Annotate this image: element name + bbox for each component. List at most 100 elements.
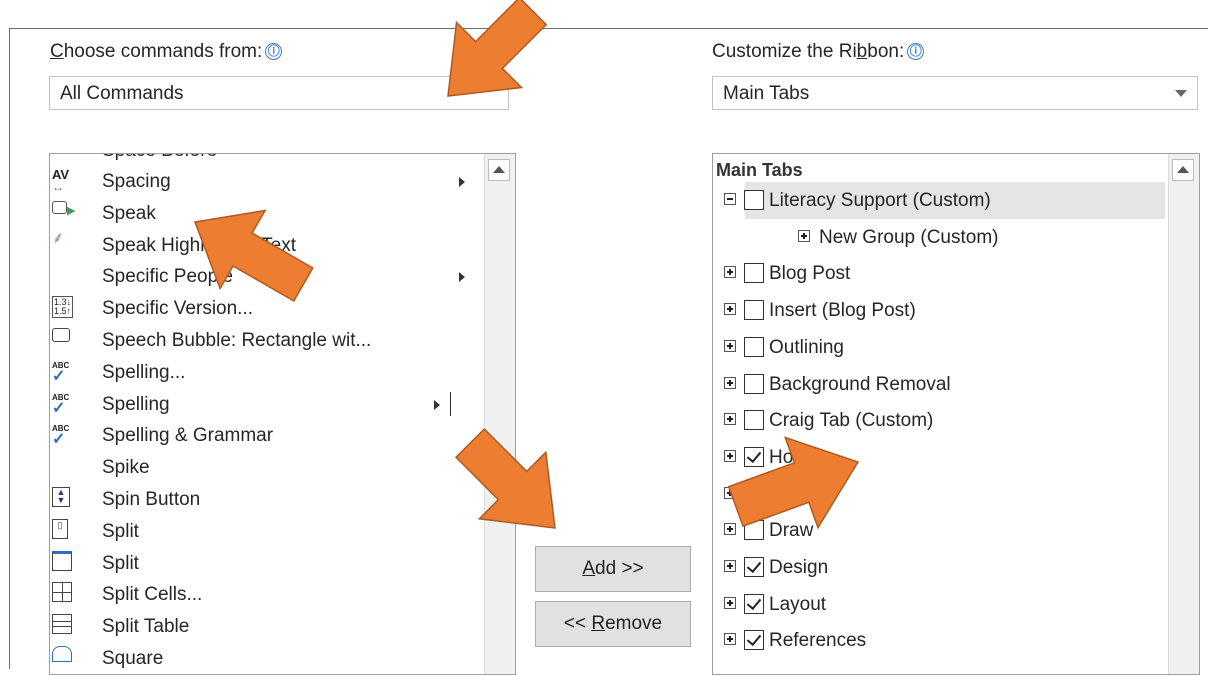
tab-checkbox[interactable]: [744, 593, 764, 614]
tree-item-label: Background Removal: [769, 373, 951, 395]
tree-item[interactable]: Literacy Support (Custom): [724, 182, 1165, 219]
command-icon: ⸙: [52, 229, 65, 247]
list-item[interactable]: Split Table: [50, 611, 470, 642]
customize-ribbon-combo[interactable]: Main Tabs: [712, 76, 1198, 110]
command-icon: ▯: [52, 518, 76, 544]
list-item-label: Split Cells...: [102, 584, 203, 606]
commands-scrollbar[interactable]: [484, 154, 515, 674]
remove-button[interactable]: << Remove: [535, 601, 691, 647]
info-icon[interactable]: ⓘ: [265, 43, 283, 60]
list-item-label: Spin Button: [102, 489, 201, 510]
tab-checkbox[interactable]: [744, 630, 764, 651]
command-icon: 1.3↓ 1.5↑: [52, 296, 74, 319]
list-item[interactable]: ABC ✓ Spelling...: [50, 357, 470, 388]
tree-item[interactable]: Layout: [724, 586, 1165, 623]
list-item[interactable]: ▶ Speak: [50, 198, 470, 229]
tree-item-label: Home: [769, 446, 820, 468]
list-item-label: Specific People: [102, 266, 233, 288]
commands-list[interactable]: Space Before AV↔ Spacing ▶ Speak ⸙ Speak High…: [49, 153, 516, 675]
list-item[interactable]: ▯ Split: [50, 516, 470, 547]
list-item-label: Split: [102, 552, 139, 574]
tree-item-label: Literacy Support (Custom): [769, 190, 991, 211]
list-item[interactable]: ⸙ Speak Highlighted Text: [50, 230, 470, 261]
expand-icon[interactable]: [724, 449, 736, 462]
collapse-icon[interactable]: [724, 193, 736, 205]
submenu-arrow-icon: [459, 272, 465, 283]
expand-icon[interactable]: [724, 339, 736, 352]
list-item[interactable]: ABC ✓ Spelling & Grammar: [50, 420, 470, 451]
tree-item[interactable]: Outlining: [724, 329, 1165, 366]
submenu-arrow-icon: [459, 177, 465, 187]
list-item[interactable]: Speech Bubble: Rectangle wit...: [50, 325, 470, 356]
expand-icon[interactable]: [724, 523, 736, 536]
list-item[interactable]: Spike: [50, 452, 470, 483]
tab-checkbox[interactable]: [744, 263, 764, 284]
list-item[interactable]: Split Cells...: [50, 579, 470, 610]
expand-icon[interactable]: [724, 633, 736, 646]
expand-icon[interactable]: [724, 303, 736, 316]
tree-item[interactable]: Background Removal: [724, 366, 1165, 403]
tree-item[interactable]: Insert (Blog Post): [724, 292, 1165, 329]
command-icon: [52, 550, 76, 576]
expand-icon[interactable]: [724, 596, 736, 609]
command-icon: ABC ✓: [52, 424, 70, 449]
expand-icon[interactable]: [798, 229, 810, 242]
tree-item-label: Insert: [769, 483, 817, 505]
tree-item[interactable]: References: [724, 622, 1165, 659]
list-item-label: Split Table: [102, 616, 190, 638]
expand-icon[interactable]: [724, 376, 736, 389]
tree-item-label: Outlining: [769, 336, 844, 358]
list-item[interactable]: AV ↔ Spacing: [50, 166, 470, 197]
list-item-label: Spacing: [102, 171, 171, 192]
expand-icon[interactable]: [724, 560, 736, 572]
tab-checkbox[interactable]: [744, 557, 764, 577]
tree-item[interactable]: Insert: [724, 476, 1165, 513]
add-button[interactable]: Add >>: [535, 546, 691, 592]
list-item-label: Split: [102, 520, 139, 542]
scroll-up-button[interactable]: [488, 159, 510, 181]
list-item[interactable]: ▲ ▼ Spin Button: [50, 484, 470, 515]
tab-checkbox[interactable]: [744, 410, 764, 431]
submenu-arrow-icon: [434, 399, 440, 410]
list-item[interactable]: Square: [50, 643, 470, 674]
tab-checkbox[interactable]: [744, 190, 764, 210]
tab-checkbox[interactable]: [744, 446, 764, 467]
tree-item-label: Insert (Blog Post): [769, 300, 916, 322]
list-item-label: Speak: [102, 202, 156, 224]
tab-checkbox[interactable]: [744, 483, 764, 504]
list-item-label: Square: [102, 648, 164, 669]
tab-checkbox[interactable]: [744, 300, 764, 321]
expand-icon[interactable]: [724, 413, 736, 426]
list-item[interactable]: Specific People: [50, 261, 470, 292]
tree-item-label: Layout: [769, 593, 827, 615]
expand-icon[interactable]: [724, 266, 736, 279]
tree-scrollbar[interactable]: [1168, 154, 1199, 674]
info-icon[interactable]: ⓘ: [907, 43, 925, 60]
tree-item[interactable]: Blog Post: [724, 255, 1165, 292]
expand-icon[interactable]: [724, 486, 736, 499]
choose-commands-value: All Commands: [60, 83, 184, 104]
chevron-down-icon[interactable]: [1175, 90, 1187, 97]
tree-item-label: Design: [769, 557, 829, 578]
blank-icon: [52, 264, 76, 289]
tree-item[interactable]: Home: [724, 439, 1165, 476]
list-item[interactable]: Space Before: [50, 154, 470, 166]
tab-checkbox[interactable]: [744, 520, 764, 541]
tree-item[interactable]: Design: [724, 549, 1165, 586]
tab-checkbox[interactable]: [744, 336, 764, 357]
list-item-label: Spike: [102, 457, 150, 479]
ribbon-tabs-tree[interactable]: Main Tabs Literacy Support (Custom) New G…: [712, 153, 1200, 675]
tree-item[interactable]: Draw: [724, 512, 1165, 549]
list-item[interactable]: Split: [50, 548, 470, 579]
command-icon: ▶: [52, 200, 76, 226]
tree-item[interactable]: New Group (Custom): [745, 219, 1165, 256]
blank-icon: [52, 455, 76, 480]
list-item[interactable]: 1.3↓ 1.5↑ Specific Version...: [50, 293, 470, 324]
tab-checkbox[interactable]: [744, 373, 764, 394]
tree-item[interactable]: Craig Tab (Custom): [724, 402, 1165, 439]
scroll-up-button[interactable]: [1172, 159, 1194, 181]
tree-item-label: References: [769, 630, 867, 652]
choose-commands-combo[interactable]: All Commands: [49, 76, 509, 110]
text-cursor: [450, 392, 451, 416]
list-item[interactable]: ABC ✓ Spelling: [50, 389, 470, 420]
